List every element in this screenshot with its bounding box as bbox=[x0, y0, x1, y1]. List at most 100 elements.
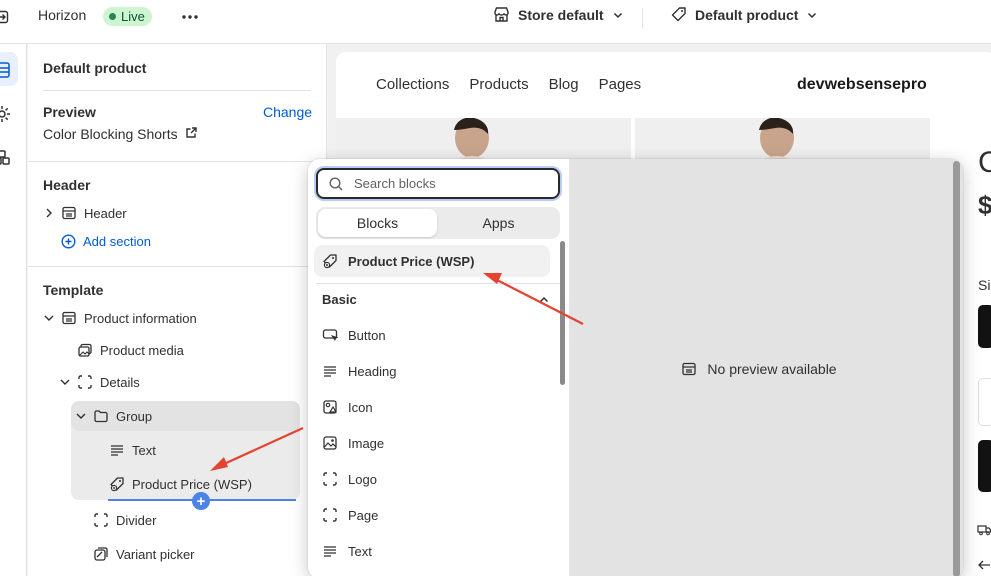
search-blocks-field[interactable] bbox=[316, 168, 560, 199]
block-option-label: Button bbox=[348, 327, 386, 343]
tree-item-label: Divider bbox=[116, 512, 157, 528]
text-icon bbox=[322, 543, 338, 559]
block-option-label: Image bbox=[348, 435, 385, 451]
insert-plus-icon[interactable]: + bbox=[192, 492, 210, 510]
template-group-heading: Template bbox=[43, 282, 104, 298]
preview-scrollbar[interactable] bbox=[953, 161, 960, 576]
live-dot-icon bbox=[109, 13, 116, 20]
variant-icon bbox=[93, 546, 109, 562]
tab-apps[interactable]: Apps bbox=[439, 209, 558, 237]
section-icon bbox=[681, 361, 697, 377]
nav-link[interactable]: Collections bbox=[376, 76, 449, 93]
tree-item-divider[interactable]: Divider bbox=[93, 506, 156, 534]
block-option-label: Logo bbox=[348, 471, 377, 487]
block-option-icon[interactable]: Icon bbox=[314, 391, 550, 423]
block-option-label: Heading bbox=[348, 363, 397, 379]
chevron-up-icon bbox=[538, 294, 550, 306]
chevron-right-icon[interactable] bbox=[41, 205, 57, 221]
block-option-button[interactable]: Button bbox=[314, 319, 550, 351]
no-preview-message: No preview available bbox=[707, 361, 837, 377]
sidebar-title: Default product bbox=[43, 60, 147, 76]
add-to-cart-button[interactable] bbox=[978, 440, 991, 492]
tree-item-text[interactable]: Text bbox=[109, 436, 156, 464]
tree-item-label: Header bbox=[84, 205, 127, 221]
block-picker-popover: Blocks Apps Product Price (WSP) Basic Bu… bbox=[308, 159, 963, 576]
price-tag-icon bbox=[322, 253, 338, 269]
tree-item-product-media[interactable]: Product media bbox=[77, 336, 184, 364]
settings-gear-icon[interactable] bbox=[0, 104, 12, 124]
tree-item-label: Group bbox=[116, 408, 153, 424]
header-group-heading: Header bbox=[43, 177, 91, 193]
size-label-peek: Si bbox=[978, 277, 991, 293]
tag-icon bbox=[670, 6, 687, 23]
store-selector-label: Store default bbox=[518, 6, 604, 23]
media-icon bbox=[77, 342, 93, 358]
sections-icon[interactable] bbox=[0, 60, 12, 80]
search-icon bbox=[328, 176, 344, 192]
block-icon bbox=[322, 471, 338, 487]
shapes-icon bbox=[322, 399, 338, 415]
list-scrollbar[interactable] bbox=[560, 241, 565, 385]
block-option-text[interactable]: Text bbox=[314, 535, 550, 567]
block-option-logo[interactable]: Logo bbox=[314, 463, 550, 495]
storefront-nav: Collections Products Blog Pages bbox=[376, 76, 641, 93]
block-option-label: Text bbox=[348, 543, 372, 559]
nav-link[interactable]: Blog bbox=[549, 76, 579, 93]
tree-item-label: Text bbox=[132, 442, 156, 458]
tree-item-label: Product media bbox=[100, 342, 184, 358]
tree-item-variant-picker[interactable]: Variant picker bbox=[93, 540, 195, 568]
tree-item-label: Details bbox=[100, 374, 140, 390]
preview-heading: Preview bbox=[43, 104, 96, 120]
block-preview-pane: No preview available bbox=[569, 159, 949, 576]
more-actions-button[interactable] bbox=[180, 8, 200, 26]
preview-product-name: Color Blocking Shorts bbox=[43, 126, 178, 142]
nav-link[interactable]: Products bbox=[469, 76, 528, 93]
change-preview-link[interactable]: Change bbox=[263, 104, 312, 120]
editor-sidebar: Default product Preview Change Color Blo… bbox=[28, 44, 327, 576]
external-link-icon[interactable] bbox=[185, 126, 198, 139]
store-selector[interactable]: Store default bbox=[493, 6, 624, 23]
button-icon bbox=[322, 327, 338, 343]
divider bbox=[28, 161, 327, 162]
store-brand[interactable]: devwebsensepro bbox=[797, 76, 927, 94]
apps-icon[interactable] bbox=[0, 148, 12, 168]
search-input[interactable] bbox=[354, 176, 544, 191]
tree-item-product-information[interactable]: Product information bbox=[41, 304, 197, 332]
product-title-peek: C bbox=[978, 146, 991, 179]
tree-item-group[interactable]: Group bbox=[73, 402, 152, 430]
section-icon bbox=[61, 205, 77, 221]
block-option-label: Icon bbox=[348, 399, 373, 415]
chevron-down-icon bbox=[806, 9, 818, 21]
theme-name: Horizon bbox=[38, 7, 87, 23]
section-icon bbox=[61, 310, 77, 326]
size-option[interactable] bbox=[978, 305, 991, 348]
chevron-down-icon[interactable] bbox=[41, 310, 57, 326]
add-section-label: Add section bbox=[83, 234, 151, 249]
block-option-label: Product Price (WSP) bbox=[348, 253, 475, 269]
chevron-down-icon[interactable] bbox=[73, 408, 89, 424]
tree-item-details[interactable]: Details bbox=[57, 368, 140, 396]
status-badge: Live bbox=[103, 7, 152, 26]
size-option[interactable] bbox=[978, 378, 991, 426]
divider bbox=[642, 8, 643, 28]
truck-icon bbox=[977, 524, 991, 536]
exit-icon[interactable] bbox=[0, 9, 10, 25]
category-basic[interactable]: Basic bbox=[322, 292, 550, 307]
status-badge-label: Live bbox=[121, 9, 145, 24]
block-icon bbox=[322, 507, 338, 523]
tab-blocks[interactable]: Blocks bbox=[318, 209, 437, 237]
template-selector[interactable]: Default product bbox=[670, 6, 818, 23]
store-icon bbox=[493, 6, 510, 23]
chevron-down-icon[interactable] bbox=[57, 374, 73, 390]
block-option-image[interactable]: Image bbox=[314, 427, 550, 459]
tree-item-label: Product Price (WSP) bbox=[132, 476, 252, 492]
tree-item-header[interactable]: Header bbox=[41, 199, 127, 227]
block-option-heading[interactable]: Heading bbox=[314, 355, 550, 387]
block-option-product-price[interactable]: Product Price (WSP) bbox=[314, 245, 550, 277]
text-icon bbox=[109, 442, 125, 458]
tree-item-product-price[interactable]: Product Price (WSP) bbox=[109, 470, 252, 498]
nav-link[interactable]: Pages bbox=[599, 76, 642, 93]
block-option-page[interactable]: Page bbox=[314, 499, 550, 531]
add-section-button[interactable]: Add section bbox=[61, 234, 151, 249]
price-tag-icon bbox=[109, 476, 125, 492]
